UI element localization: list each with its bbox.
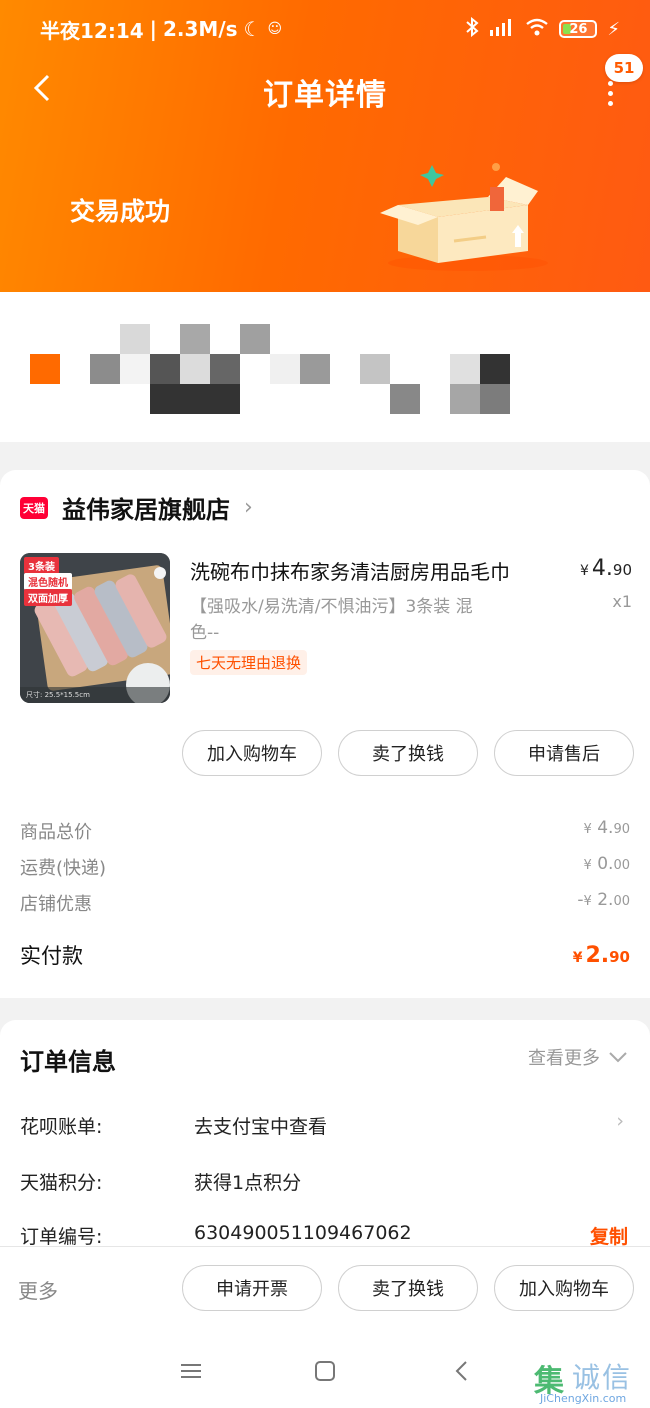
shop-header[interactable]: 天猫 益伟家居旗舰店 › <box>20 490 253 525</box>
nav-bar: 订单详情 <box>0 58 650 120</box>
thumb-tag: 3条装 <box>24 557 59 574</box>
tmall-points-row: 天猫积分: 获得1点积分 <box>20 1172 302 1194</box>
product-quantity: x1 <box>612 592 632 611</box>
message-count-badge[interactable]: 51 <box>605 54 643 82</box>
dot-icon <box>607 80 613 86</box>
network-speed: 2.3M/s <box>162 17 238 41</box>
total-price-row: 商品总价 ¥ 4.90 <box>20 818 630 843</box>
sell-for-cash-button[interactable]: 卖了换钱 <box>338 1265 478 1311</box>
product-card: 天猫 益伟家居旗舰店 › 3条装 混色随机 双面加厚 尺寸: 25.5*15.5… <box>0 470 650 998</box>
watermark-text: 诚信 <box>572 1361 633 1394</box>
home-icon[interactable] <box>310 1356 340 1386</box>
chevron-down-icon <box>609 1052 627 1063</box>
add-to-cart-button[interactable]: 加入购物车 <box>494 1265 634 1311</box>
paid-amount-row: 实付款 ¥2.90 <box>20 942 630 969</box>
charging-icon: ⚡ <box>607 18 620 40</box>
dot-icon <box>607 100 613 106</box>
thumb-size: 尺寸: 25.5*15.5cm <box>26 691 90 699</box>
signal-icon <box>489 17 515 42</box>
dot-icon <box>607 90 613 96</box>
trade-status: 交易成功 <box>70 197 171 226</box>
gift-box-illustration <box>380 163 548 271</box>
request-invoice-button[interactable]: 申请开票 <box>182 1265 322 1311</box>
back-icon[interactable] <box>446 1356 476 1386</box>
huabei-bill-row[interactable]: 花呗账单: 去支付宝中查看 › <box>20 1110 630 1140</box>
shop-discount-row: 店铺优惠 -¥ 2.00 <box>20 890 630 915</box>
page-title: 订单详情 <box>263 78 387 113</box>
watermark: 集 诚信 JiChengXin.com <box>534 1356 648 1406</box>
address-card[interactable] <box>0 292 650 442</box>
copy-order-number-button[interactable]: 复制 <box>590 1222 628 1246</box>
menu-icon[interactable] <box>176 1356 206 1386</box>
paid-amount: ¥2.90 <box>572 942 630 968</box>
order-header: 半夜12:14 | 2.3M/s ☾ ☺ 26 ⚡ 订单详情 51 交易成功 <box>0 0 650 292</box>
watermark-domain: JiChengXin.com <box>540 1392 627 1405</box>
wifi-icon <box>525 17 549 42</box>
battery-icon: 26 <box>559 20 598 38</box>
product-image[interactable]: 3条装 混色随机 双面加厚 尺寸: 25.5*15.5cm <box>20 553 170 703</box>
status-bar: 半夜12:14 | 2.3M/s ☾ ☺ 26 ⚡ <box>0 0 650 58</box>
chevron-right-icon: › <box>244 495 253 520</box>
moon-icon: ☾ <box>243 17 262 41</box>
shipping-row: 运费(快递) ¥ 0.00 <box>20 854 630 879</box>
thumb-tag: 混色随机 <box>24 573 72 590</box>
order-info-title: 订单信息 <box>20 1048 116 1076</box>
notification-icon: ☺ <box>267 21 283 37</box>
thumb-tag: 双面加厚 <box>24 589 72 606</box>
more-actions-button[interactable]: 更多 <box>18 1275 58 1304</box>
tmall-badge: 天猫 <box>20 496 48 519</box>
product-title[interactable]: 洗碗布巾抹布家务清洁厨房用品毛巾 <box>190 556 560 585</box>
order-info-card: 订单信息 查看更多 花呗账单: 去支付宝中查看 › 天猫积分: 获得1点积分 订… <box>0 1020 650 1246</box>
pixelated-address <box>30 324 510 414</box>
order-number: 630490051109467062 <box>194 1222 412 1244</box>
bottom-action-bar: 更多 申请开票 卖了换钱 加入购物车 <box>0 1246 650 1332</box>
status-time: 半夜12:14 <box>40 18 144 43</box>
product-price: ¥4.90 <box>579 556 632 581</box>
after-sale-button[interactable]: 申请售后 <box>494 730 634 776</box>
sell-for-cash-button[interactable]: 卖了换钱 <box>338 730 478 776</box>
chevron-right-icon: › <box>616 1110 624 1132</box>
add-to-cart-button[interactable]: 加入购物车 <box>182 730 322 776</box>
product-sku: 【强吸水/易洗清/不惧油污】3条装 混 色-- <box>190 597 473 643</box>
view-more-button[interactable]: 查看更多 <box>528 1044 628 1070</box>
shop-name: 益伟家居旗舰店 <box>62 496 230 524</box>
refund-tag: 七天无理由退换 <box>190 650 308 675</box>
order-number-row: 订单编号: 630490051109467062 复制 <box>20 1222 630 1246</box>
bluetooth-icon <box>465 16 479 42</box>
